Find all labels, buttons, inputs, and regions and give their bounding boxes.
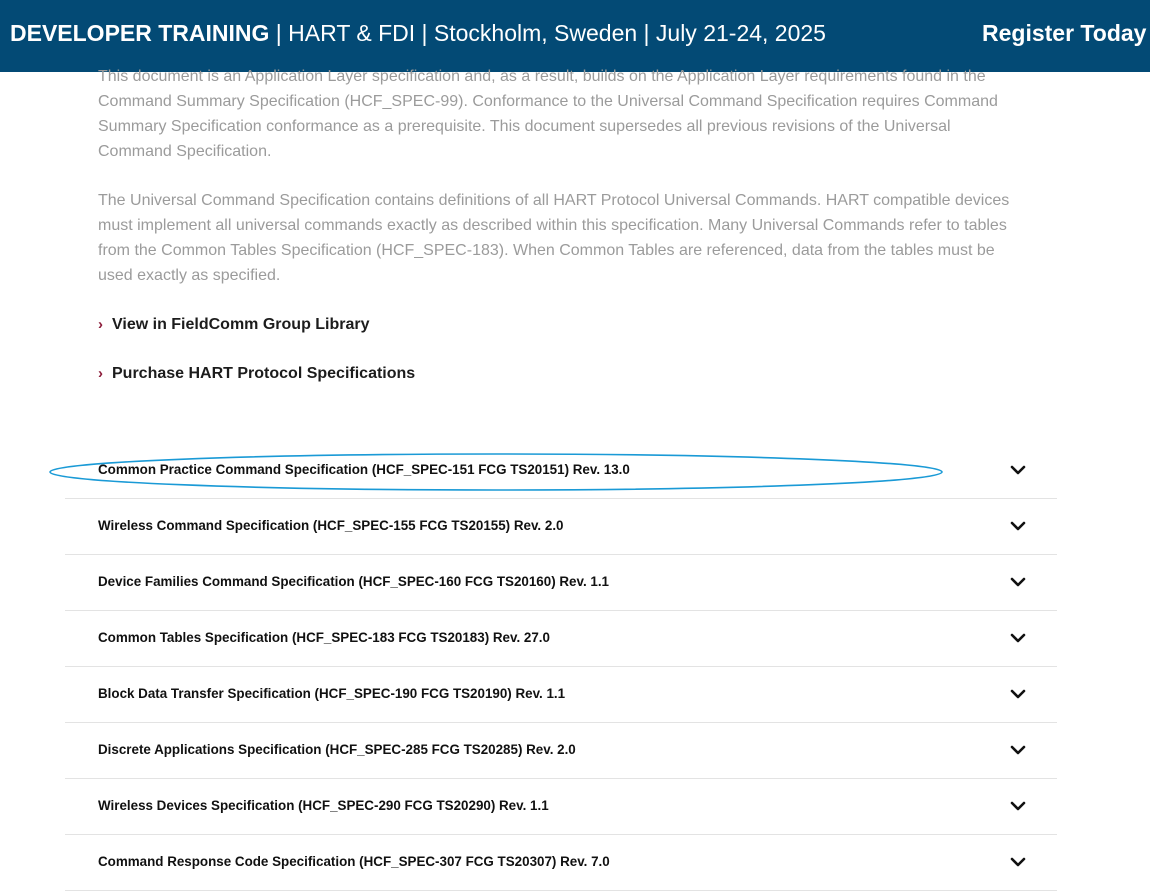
accordion-item[interactable]: Wireless Devices Specification (HCF_SPEC… bbox=[65, 778, 1057, 835]
accordion-item[interactable]: Block Data Transfer Specification (HCF_S… bbox=[65, 666, 1057, 723]
register-today-link[interactable]: Register Today bbox=[982, 19, 1146, 47]
accordion-item[interactable]: Common Tables Specification (HCF_SPEC-18… bbox=[65, 610, 1057, 667]
accordion-item-label: Common Practice Command Specification (H… bbox=[98, 462, 630, 477]
description-paragraph-2: The Universal Command Specification cont… bbox=[98, 192, 1010, 284]
spec-description: This document is an Application Layer sp… bbox=[98, 64, 1018, 288]
accordion-item[interactable]: Common Practice Command Specification (H… bbox=[65, 442, 1057, 499]
accordion-item-label: Wireless Devices Specification (HCF_SPEC… bbox=[98, 798, 549, 813]
chevron-down-icon[interactable] bbox=[1008, 631, 1028, 645]
accordion-item[interactable]: Wireless Command Specification (HCF_SPEC… bbox=[65, 498, 1057, 555]
chevron-down-icon[interactable] bbox=[1008, 687, 1028, 701]
banner-title-details: | HART & FDI | Stockholm, Sweden | July … bbox=[269, 20, 826, 46]
chevron-down-icon[interactable] bbox=[1008, 463, 1028, 477]
chevron-right-icon: › bbox=[98, 365, 103, 382]
view-in-library-link[interactable]: › View in FieldComm Group Library bbox=[98, 316, 370, 334]
purchase-specifications-label: Purchase HART Protocol Specifications bbox=[112, 365, 416, 382]
banner-title-strong: DEVELOPER TRAINING bbox=[10, 20, 270, 46]
chevron-down-icon[interactable] bbox=[1008, 575, 1028, 589]
accordion-item-label: Command Response Code Specification (HCF… bbox=[98, 854, 610, 869]
chevron-down-icon[interactable] bbox=[1008, 855, 1028, 869]
view-in-library-label: View in FieldComm Group Library bbox=[112, 316, 370, 333]
accordion-item[interactable]: Device Families Command Specification (H… bbox=[65, 554, 1057, 611]
chevron-down-icon[interactable] bbox=[1008, 799, 1028, 813]
chevron-down-icon[interactable] bbox=[1008, 743, 1028, 757]
accordion-item-label: Discrete Applications Specification (HCF… bbox=[98, 742, 576, 757]
training-banner[interactable]: DEVELOPER TRAINING | HART & FDI | Stockh… bbox=[0, 0, 1150, 72]
accordion-item-label: Wireless Command Specification (HCF_SPEC… bbox=[98, 518, 564, 533]
banner-title: DEVELOPER TRAINING | HART & FDI | Stockh… bbox=[10, 19, 826, 47]
description-paragraph-1: This document is an Application Layer sp… bbox=[98, 68, 998, 160]
chevron-right-icon: › bbox=[98, 316, 103, 333]
accordion-item[interactable]: Discrete Applications Specification (HCF… bbox=[65, 722, 1057, 779]
accordion-item-label: Block Data Transfer Specification (HCF_S… bbox=[98, 686, 566, 701]
accordion-item-label: Device Families Command Specification (H… bbox=[98, 574, 610, 589]
purchase-specifications-link[interactable]: › Purchase HART Protocol Specifications bbox=[98, 365, 415, 383]
chevron-down-icon[interactable] bbox=[1008, 519, 1028, 533]
accordion-item[interactable]: Command Response Code Specification (HCF… bbox=[65, 834, 1057, 891]
accordion-item-label: Common Tables Specification (HCF_SPEC-18… bbox=[98, 630, 550, 645]
